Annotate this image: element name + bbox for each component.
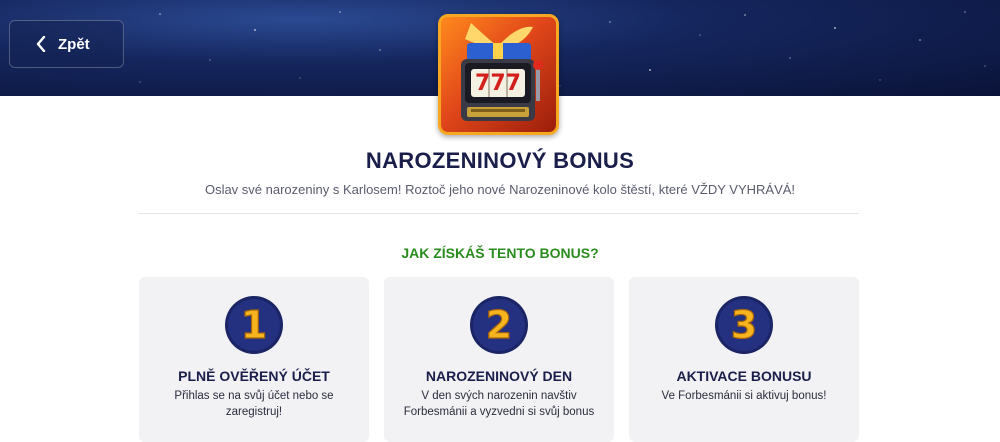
svg-text:3: 3 bbox=[731, 303, 757, 347]
step-text: Přihlas se na svůj účet nebo se zaregist… bbox=[174, 390, 334, 418]
step-card-3: 3 AKTIVACE BONUSU Ve Forbesmánii si akti… bbox=[629, 277, 859, 442]
svg-text:2: 2 bbox=[486, 303, 512, 347]
back-button[interactable]: Zpět bbox=[9, 20, 124, 68]
step-title: PLNĚ OVĚŘENÝ ÚČET bbox=[178, 368, 330, 384]
step-text: V den svých narozenin navštiv Forbesmáni… bbox=[403, 390, 595, 418]
section-divider bbox=[139, 213, 859, 214]
slot-machine-icon: 777 bbox=[461, 23, 543, 121]
back-button-label: Zpět bbox=[58, 35, 90, 53]
svg-text:1: 1 bbox=[241, 303, 267, 347]
step-card-1: 1 PLNĚ OVĚŘENÝ ÚČET Přihlas se na svůj ú… bbox=[139, 277, 369, 442]
step-text: Ve Forbesmánii si aktivuj bonus! bbox=[661, 390, 827, 402]
bonus-title: NAROZENINOVÝ BONUS bbox=[365, 148, 635, 173]
steps-container: 1 PLNĚ OVĚŘENÝ ÚČET Přihlas se na svůj ú… bbox=[139, 277, 859, 442]
number-two-icon: 2 bbox=[470, 296, 528, 354]
step-title: NAROZENINOVÝ DEN bbox=[425, 368, 573, 384]
chevron-left-icon bbox=[36, 36, 46, 52]
number-three-icon: 3 bbox=[715, 296, 773, 354]
how-to-title: JAK ZÍSKÁŠ TENTO BONUS? bbox=[401, 245, 599, 261]
number-one-icon: 1 bbox=[225, 296, 283, 354]
step-title: AKTIVACE BONUSU bbox=[676, 368, 812, 384]
bonus-subtitle: Oslav své narozeniny s Karlosem! Roztoč … bbox=[204, 182, 796, 197]
svg-text:777: 777 bbox=[475, 71, 521, 96]
step-card-2: 2 NAROZENINOVÝ DEN V den svých narozenin… bbox=[384, 277, 614, 442]
birthday-slot-game-icon: 777 bbox=[438, 14, 559, 135]
